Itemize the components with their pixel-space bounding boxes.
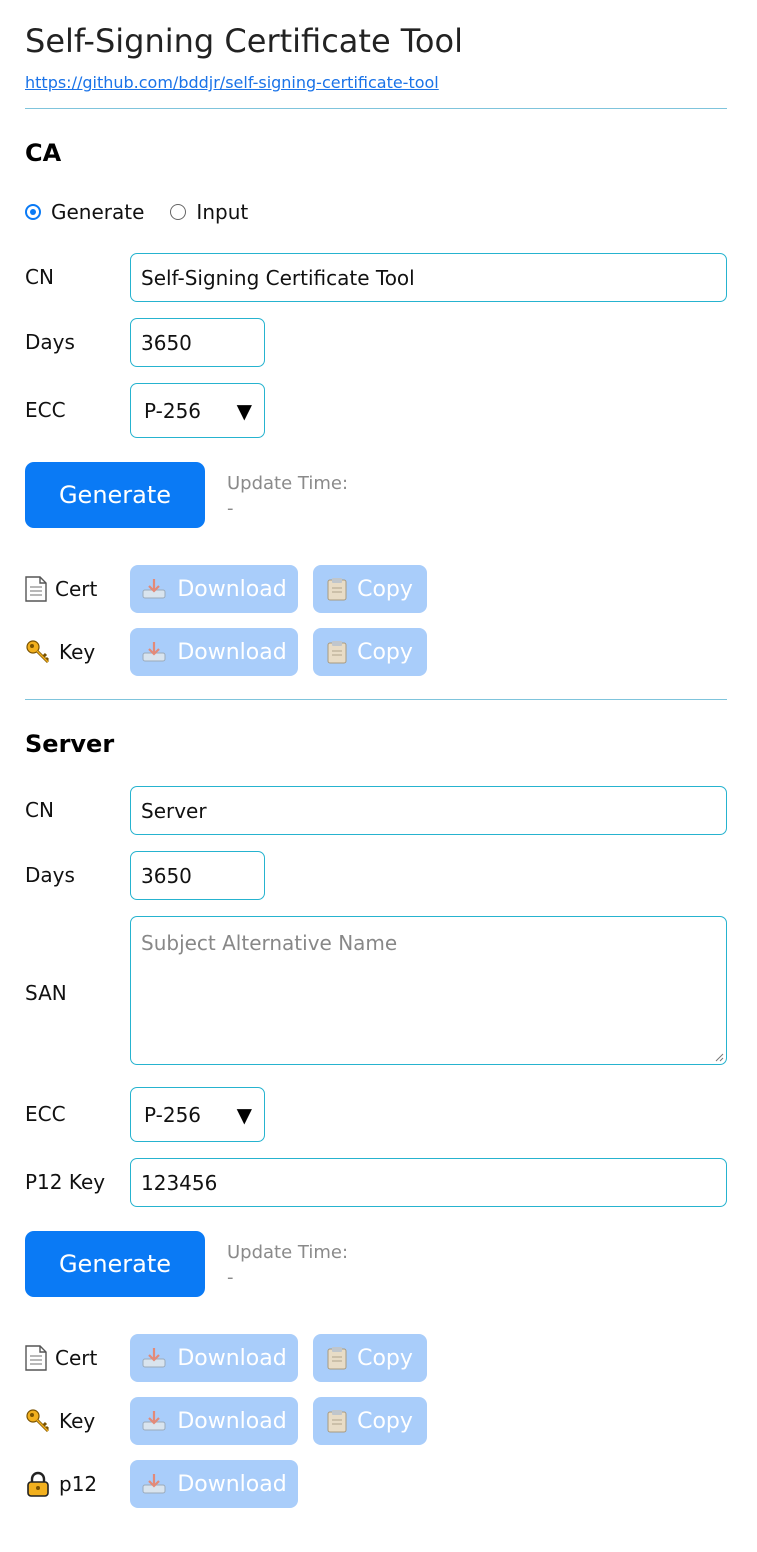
server-cert-copy-label: Copy xyxy=(357,1345,413,1371)
ca-key-copy-button[interactable]: Copy xyxy=(313,628,427,676)
ca-days-value: 3650 xyxy=(141,330,192,355)
clipboard-icon xyxy=(327,1346,347,1370)
server-days-value: 3650 xyxy=(141,863,192,888)
server-cn-label: CN xyxy=(25,798,54,822)
server-cert-label-group: Cert xyxy=(25,1334,97,1382)
download-tray-icon xyxy=(141,641,167,663)
server-cn-input[interactable]: Server xyxy=(130,786,727,835)
ca-key-label-group: Key xyxy=(25,628,95,676)
download-tray-icon xyxy=(141,1473,167,1495)
key-icon xyxy=(25,1408,51,1434)
ca-key-label: Key xyxy=(59,640,96,664)
ca-cert-copy-button[interactable]: Copy xyxy=(313,565,427,613)
divider xyxy=(25,699,727,700)
radio-generate-label[interactable]: Generate xyxy=(51,200,144,224)
repo-link[interactable]: https://github.com/bddjr/self-signing-ce… xyxy=(25,73,439,92)
key-icon xyxy=(25,639,51,665)
server-san-label: SAN xyxy=(25,981,67,1005)
server-key-download-button[interactable]: Download xyxy=(130,1397,298,1445)
ca-cert-label-group: Cert xyxy=(25,565,97,613)
ca-heading: CA xyxy=(25,139,62,167)
ca-cert-download-label: Download xyxy=(177,576,287,602)
server-cn-value: Server xyxy=(141,798,207,823)
ca-ecc-value: P-256 xyxy=(144,398,202,423)
server-p12-label-group: p12 xyxy=(25,1460,97,1508)
ca-generate-button[interactable]: Generate xyxy=(25,462,205,528)
ca-cert-copy-label: Copy xyxy=(357,576,413,602)
page-icon xyxy=(25,1345,47,1371)
server-p12key-input[interactable]: 123456 xyxy=(130,1158,727,1207)
ca-cn-label: CN xyxy=(25,265,54,289)
radio-input-label[interactable]: Input xyxy=(196,200,248,224)
download-tray-icon xyxy=(141,1347,167,1369)
server-p12-label: p12 xyxy=(59,1472,98,1496)
server-san-textarea[interactable]: Subject Alternative Name xyxy=(130,916,727,1065)
lock-icon xyxy=(25,1471,51,1497)
ca-ecc-select[interactable]: P-256 ▼ xyxy=(130,383,265,438)
server-days-input[interactable]: 3650 xyxy=(130,851,265,900)
server-heading: Server xyxy=(25,730,115,758)
download-tray-icon xyxy=(141,1410,167,1432)
server-ecc-label: ECC xyxy=(25,1102,66,1126)
ca-update-time-label: Update Time: xyxy=(227,473,349,494)
server-cert-download-label: Download xyxy=(177,1345,287,1371)
clipboard-icon xyxy=(327,1409,347,1433)
ca-cn-value: Self-Signing Certificate Tool xyxy=(141,265,415,290)
clipboard-icon xyxy=(327,577,347,601)
server-key-copy-button[interactable]: Copy xyxy=(313,1397,427,1445)
divider xyxy=(25,108,727,109)
ca-mode-radio-group: Generate Input xyxy=(25,199,274,225)
server-p12key-value: 123456 xyxy=(141,1170,218,1195)
radio-generate[interactable] xyxy=(25,204,41,220)
ca-days-input[interactable]: 3650 xyxy=(130,318,265,367)
ca-cn-input[interactable]: Self-Signing Certificate Tool xyxy=(130,253,727,302)
server-update-time-value: - xyxy=(227,1267,234,1288)
resize-handle-icon[interactable] xyxy=(714,1052,724,1062)
server-update-time-label: Update Time: xyxy=(227,1242,349,1263)
server-san-placeholder: Subject Alternative Name xyxy=(141,931,398,955)
server-cert-download-button[interactable]: Download xyxy=(130,1334,298,1382)
page-title: Self-Signing Certificate Tool xyxy=(25,22,463,60)
ca-ecc-label: ECC xyxy=(25,398,66,422)
server-p12key-label: P12 Key xyxy=(25,1170,106,1194)
server-p12-download-label: Download xyxy=(177,1471,287,1497)
chevron-down-icon: ▼ xyxy=(236,398,252,423)
ca-cert-label: Cert xyxy=(55,577,98,601)
server-key-label: Key xyxy=(59,1409,96,1433)
server-p12-download-button[interactable]: Download xyxy=(130,1460,298,1508)
radio-input[interactable] xyxy=(170,204,187,220)
page-icon xyxy=(25,576,47,602)
ca-days-label: Days xyxy=(25,330,75,354)
ca-cert-download-button[interactable]: Download xyxy=(130,565,298,613)
server-days-label: Days xyxy=(25,863,75,887)
download-tray-icon xyxy=(141,578,167,600)
ca-update-time-value: - xyxy=(227,498,234,519)
server-cert-copy-button[interactable]: Copy xyxy=(313,1334,427,1382)
server-generate-button[interactable]: Generate xyxy=(25,1231,205,1297)
ca-key-download-button[interactable]: Download xyxy=(130,628,298,676)
chevron-down-icon: ▼ xyxy=(236,1102,252,1127)
server-key-download-label: Download xyxy=(177,1408,287,1434)
server-ecc-select[interactable]: P-256 ▼ xyxy=(130,1087,265,1142)
server-key-label-group: Key xyxy=(25,1397,95,1445)
server-ecc-value: P-256 xyxy=(144,1102,202,1127)
clipboard-icon xyxy=(327,640,347,664)
ca-key-download-label: Download xyxy=(177,639,287,665)
server-cert-label: Cert xyxy=(55,1346,98,1370)
ca-key-copy-label: Copy xyxy=(357,639,413,665)
server-key-copy-label: Copy xyxy=(357,1408,413,1434)
